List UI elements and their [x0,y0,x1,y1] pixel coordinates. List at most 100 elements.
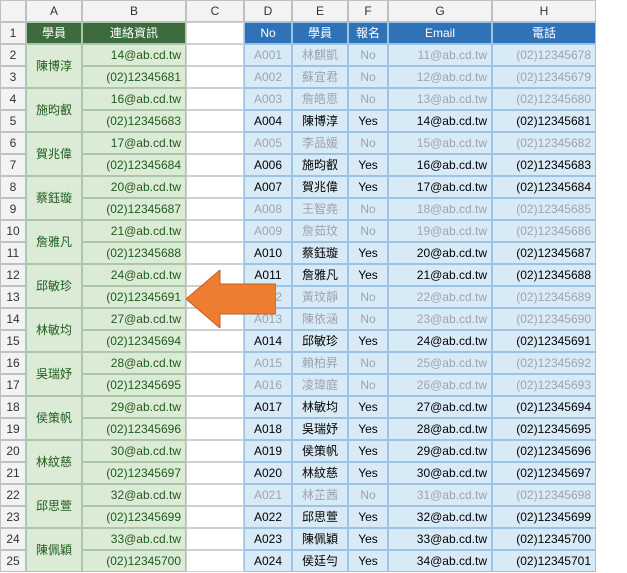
left-name-9: 林紋慈 [26,440,82,484]
cell-c6 [186,132,244,154]
right-name-11: 黃玟靜 [292,286,348,308]
row-header-5[interactable]: 5 [0,110,26,132]
right-signup-12: No [348,308,388,330]
right-phone-15: (02)12345693 [492,374,596,396]
right-email-10: 21@ab.cd.tw [388,264,492,286]
right-phone-5: (02)12345683 [492,154,596,176]
cell-c1 [186,22,244,44]
row-header-21[interactable]: 21 [0,462,26,484]
right-name-13: 邱敏珍 [292,330,348,352]
cell-c3 [186,66,244,88]
row-header-19[interactable]: 19 [0,418,26,440]
right-name-0: 林麒凱 [292,44,348,66]
right-email-20: 31@ab.cd.tw [388,484,492,506]
row-header-20[interactable]: 20 [0,440,26,462]
right-phone-18: (02)12345696 [492,440,596,462]
right-no-0: A001 [244,44,292,66]
left-contact-5-1: (02)12345691 [82,286,186,308]
right-email-19: 30@ab.cd.tw [388,462,492,484]
left-contact-9-1: (02)12345697 [82,462,186,484]
cell-c24 [186,528,244,550]
row-header-6[interactable]: 6 [0,132,26,154]
col-header-G[interactable]: G [388,0,492,22]
row-header-13[interactable]: 13 [0,286,26,308]
cell-c20 [186,440,244,462]
right-email-9: 20@ab.cd.tw [388,242,492,264]
left-contact-10-1: (02)12345699 [82,506,186,528]
col-header-D[interactable]: D [244,0,292,22]
row-header-17[interactable]: 17 [0,374,26,396]
right-no-16: A017 [244,396,292,418]
row-header-9[interactable]: 9 [0,198,26,220]
row-header-22[interactable]: 22 [0,484,26,506]
row-header-23[interactable]: 23 [0,506,26,528]
row-header-15[interactable]: 15 [0,330,26,352]
right-signup-5: Yes [348,154,388,176]
left-contact-0-0: 14@ab.cd.tw [82,44,186,66]
right-phone-7: (02)12345685 [492,198,596,220]
right-name-5: 施昀叡 [292,154,348,176]
right-email-3: 14@ab.cd.tw [388,110,492,132]
right-signup-21: Yes [348,506,388,528]
row-header-4[interactable]: 4 [0,88,26,110]
row-header-14[interactable]: 14 [0,308,26,330]
row-header-3[interactable]: 3 [0,66,26,88]
cell-c15 [186,330,244,352]
left-contact-0-1: (02)12345681 [82,66,186,88]
right-email-21: 32@ab.cd.tw [388,506,492,528]
cell-c18 [186,396,244,418]
row-header-24[interactable]: 24 [0,528,26,550]
right-phone-4: (02)12345682 [492,132,596,154]
col-header-A[interactable]: A [26,0,82,22]
right-name-17: 吳瑞妤 [292,418,348,440]
left-contact-2-1: (02)12345684 [82,154,186,176]
right-phone-23: (02)12345701 [492,550,596,572]
right-header-phone: 電話 [492,22,596,44]
right-name-12: 陳依涵 [292,308,348,330]
right-email-12: 23@ab.cd.tw [388,308,492,330]
right-name-20: 林芷茜 [292,484,348,506]
row-header-1[interactable]: 1 [0,22,26,44]
right-phone-20: (02)12345698 [492,484,596,506]
left-contact-9-0: 30@ab.cd.tw [82,440,186,462]
left-contact-6-1: (02)12345694 [82,330,186,352]
left-header-contact: 連絡資訊 [82,22,186,44]
cell-c2 [186,44,244,66]
left-contact-2-0: 17@ab.cd.tw [82,132,186,154]
left-name-3: 蔡鈺璇 [26,176,82,220]
col-header-C[interactable]: C [186,0,244,22]
left-contact-4-1: (02)12345688 [82,242,186,264]
right-no-9: A010 [244,242,292,264]
left-contact-3-1: (02)12345687 [82,198,186,220]
left-name-6: 林敏均 [26,308,82,352]
right-email-16: 27@ab.cd.tw [388,396,492,418]
cell-c9 [186,198,244,220]
col-header-E[interactable]: E [292,0,348,22]
col-header-F[interactable]: F [348,0,388,22]
right-signup-9: Yes [348,242,388,264]
right-no-17: A018 [244,418,292,440]
right-email-17: 28@ab.cd.tw [388,418,492,440]
right-signup-19: Yes [348,462,388,484]
col-header-H[interactable]: H [492,0,596,22]
right-phone-0: (02)12345678 [492,44,596,66]
right-signup-4: No [348,132,388,154]
right-name-21: 邱思萱 [292,506,348,528]
row-header-25[interactable]: 25 [0,550,26,572]
row-header-16[interactable]: 16 [0,352,26,374]
row-header-8[interactable]: 8 [0,176,26,198]
right-no-4: A005 [244,132,292,154]
cell-c11 [186,242,244,264]
right-signup-11: No [348,286,388,308]
row-header-12[interactable]: 12 [0,264,26,286]
col-header-B[interactable]: B [82,0,186,22]
right-signup-1: No [348,66,388,88]
row-header-18[interactable]: 18 [0,396,26,418]
row-header-10[interactable]: 10 [0,220,26,242]
row-header-11[interactable]: 11 [0,242,26,264]
right-email-0: 11@ab.cd.tw [388,44,492,66]
left-name-1: 施昀叡 [26,88,82,132]
row-header-2[interactable]: 2 [0,44,26,66]
left-name-0: 陳博淳 [26,44,82,88]
row-header-7[interactable]: 7 [0,154,26,176]
